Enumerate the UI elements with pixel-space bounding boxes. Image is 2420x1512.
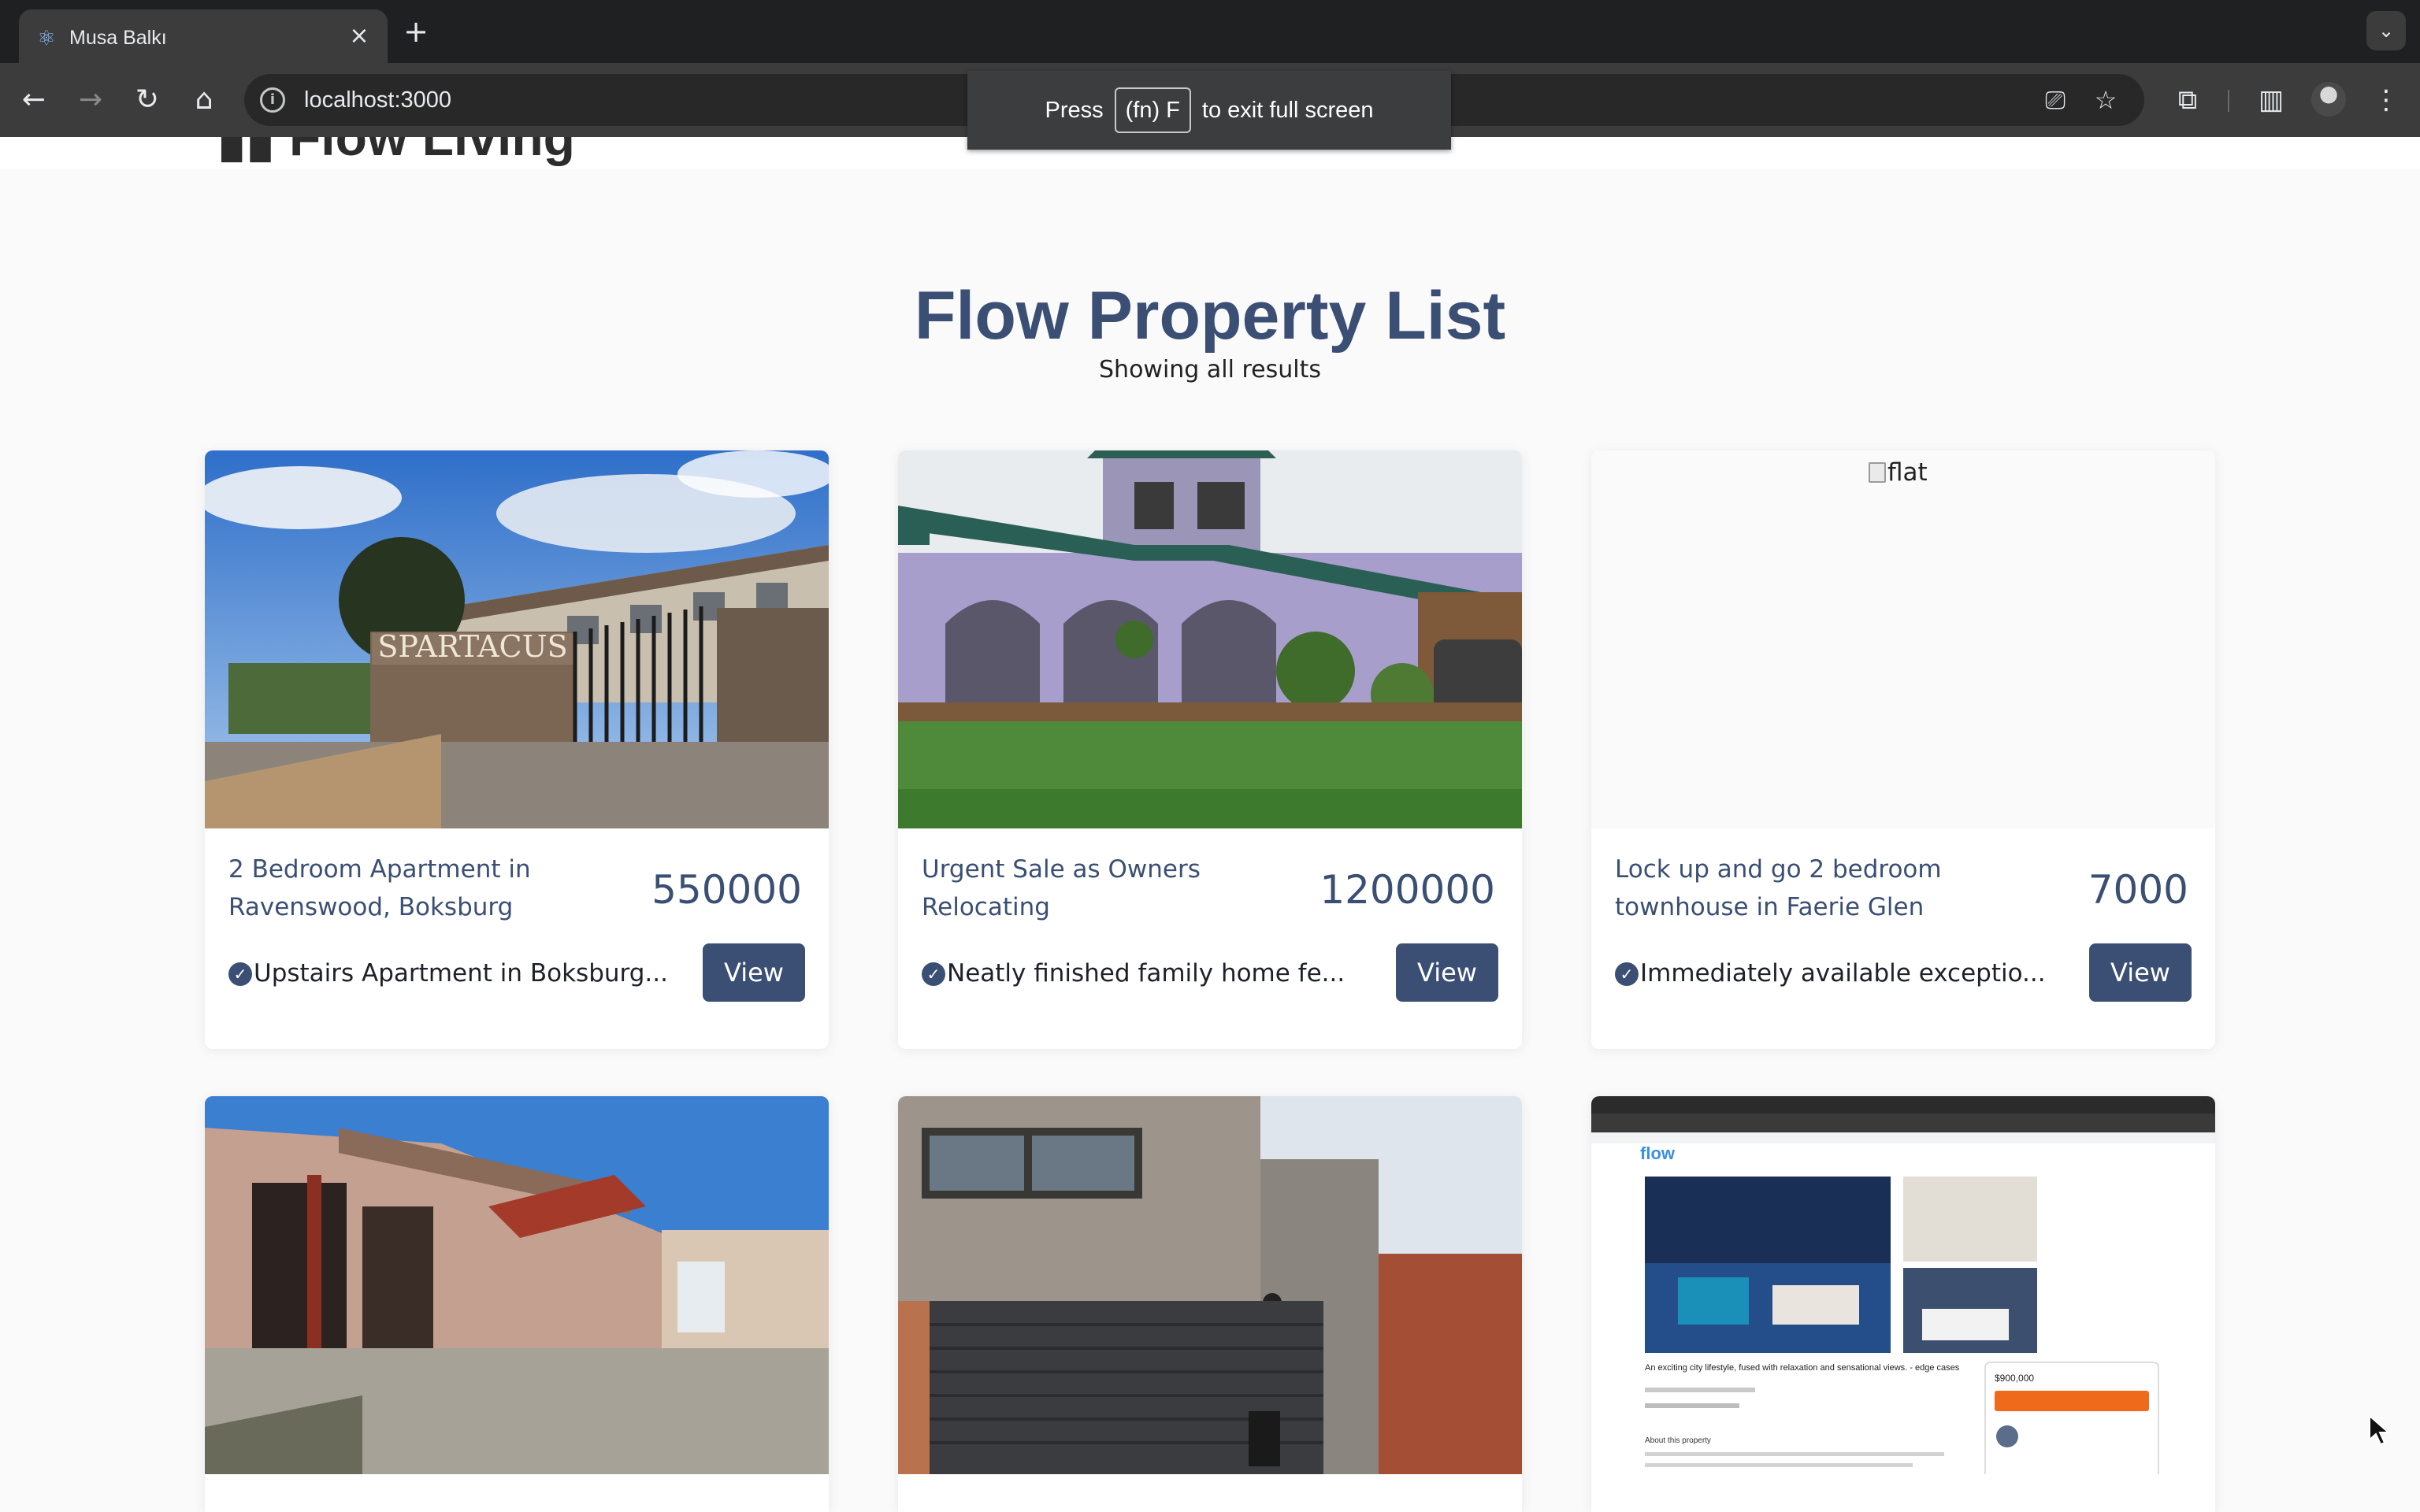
broken-image-alt: flat bbox=[1869, 455, 1928, 490]
browser-tab[interactable]: ⚛ Musa Balkı × bbox=[19, 9, 388, 63]
property-price: 550000 bbox=[651, 867, 802, 913]
check-circle-icon: ✓ bbox=[1615, 962, 1639, 986]
page-title: Flow Property List bbox=[914, 278, 1506, 354]
property-image[interactable] bbox=[898, 450, 1522, 828]
check-circle-icon: ✓ bbox=[228, 962, 252, 986]
property-description: ✓ Neatly finished family home fe... bbox=[922, 956, 1363, 991]
property-image[interactable]: flat bbox=[1591, 450, 2215, 828]
property-card bbox=[898, 1096, 1522, 1512]
bookmark-star-icon[interactable]: ☆ bbox=[2088, 82, 2124, 118]
property-image[interactable] bbox=[898, 1096, 1522, 1474]
property-title: Lock up and go 2 bedroom townhouse in Fa… bbox=[1615, 855, 1942, 921]
spartacus-sign-text: SPARTACUS bbox=[377, 629, 567, 664]
url-text[interactable]: localhost:3000 bbox=[304, 85, 451, 115]
property-card: SPARTACUS 2 Bedroom Apartment in Ravensw… bbox=[205, 450, 829, 1049]
menu-kebab-icon[interactable]: ⋮ bbox=[2365, 79, 2407, 121]
listing-price-text: $900,000 bbox=[1995, 1373, 2034, 1384]
property-title: Urgent Sale as Owners Relocating bbox=[922, 855, 1201, 921]
property-price: 7000 bbox=[2088, 867, 2188, 913]
install-app-icon[interactable]: ⎚ bbox=[2037, 82, 2073, 118]
fullscreen-exit-toast: Press (fn) F to exit full screen bbox=[967, 71, 1451, 150]
profile-avatar[interactable] bbox=[2311, 82, 2346, 117]
property-card bbox=[205, 1096, 829, 1512]
toolbar-divider bbox=[2228, 90, 2229, 112]
about-property-text: About this property bbox=[1645, 1436, 1711, 1445]
react-atom-icon: ⚛ bbox=[37, 27, 56, 50]
close-tab-icon[interactable]: × bbox=[345, 22, 373, 50]
view-button[interactable]: View bbox=[2089, 943, 2192, 1002]
view-button[interactable]: View bbox=[703, 943, 805, 1002]
mouse-cursor-icon bbox=[2369, 1414, 2391, 1446]
broken-image-icon bbox=[1869, 462, 1886, 483]
toast-suffix: to exit full screen bbox=[1201, 97, 1374, 123]
forward-arrow-icon[interactable]: → bbox=[69, 79, 112, 121]
property-card: flat Lock up and go 2 bedroom townhouse … bbox=[1591, 450, 2215, 1049]
tab-title: Musa Balkı bbox=[69, 27, 167, 49]
property-price: 1200000 bbox=[1319, 867, 1495, 913]
check-circle-icon: ✓ bbox=[922, 962, 945, 986]
back-arrow-icon[interactable]: ← bbox=[13, 79, 55, 121]
site-logo[interactable]: ▮▮ Flow Living bbox=[217, 137, 575, 163]
tab-search-chevron-icon[interactable]: ⌄ bbox=[2366, 11, 2406, 50]
page-subtitle: Showing all results bbox=[1099, 356, 1321, 384]
flow-brand-text: flow bbox=[1640, 1143, 1676, 1163]
property-title: 2 Bedroom Apartment in Ravenswood, Boksb… bbox=[228, 855, 531, 921]
property-image[interactable]: flow An exciting city lifestyle, fused w… bbox=[1591, 1096, 2215, 1474]
property-description: ✓ Immediately available exceptio... bbox=[1615, 956, 2056, 991]
listing-headline-text: An exciting city lifestyle, fused with r… bbox=[1645, 1363, 1960, 1373]
new-tab-icon[interactable]: + bbox=[400, 16, 432, 47]
browser-tab-bar: ⚛ Musa Balkı × + ⌄ bbox=[0, 0, 2420, 63]
property-image[interactable] bbox=[205, 1096, 829, 1474]
property-image[interactable]: SPARTACUS bbox=[205, 450, 829, 828]
view-button[interactable]: View bbox=[1396, 943, 1498, 1002]
extensions-puzzle-icon[interactable]: ⧉ bbox=[2166, 79, 2209, 121]
toast-key: (fn) F bbox=[1114, 87, 1191, 133]
home-icon[interactable]: ⌂ bbox=[183, 79, 225, 121]
property-description: ✓ Upstairs Apartment in Boksburg... bbox=[228, 956, 670, 991]
reload-icon[interactable]: ↻ bbox=[126, 79, 169, 121]
property-card: Urgent Sale as Owners Relocating 1200000… bbox=[898, 450, 1522, 1049]
property-card: flow An exciting city lifestyle, fused w… bbox=[1591, 1096, 2215, 1512]
site-info-icon[interactable]: i bbox=[260, 87, 285, 113]
side-panel-icon[interactable]: ▥ bbox=[2250, 79, 2292, 121]
toast-prefix: Press bbox=[1045, 97, 1104, 123]
